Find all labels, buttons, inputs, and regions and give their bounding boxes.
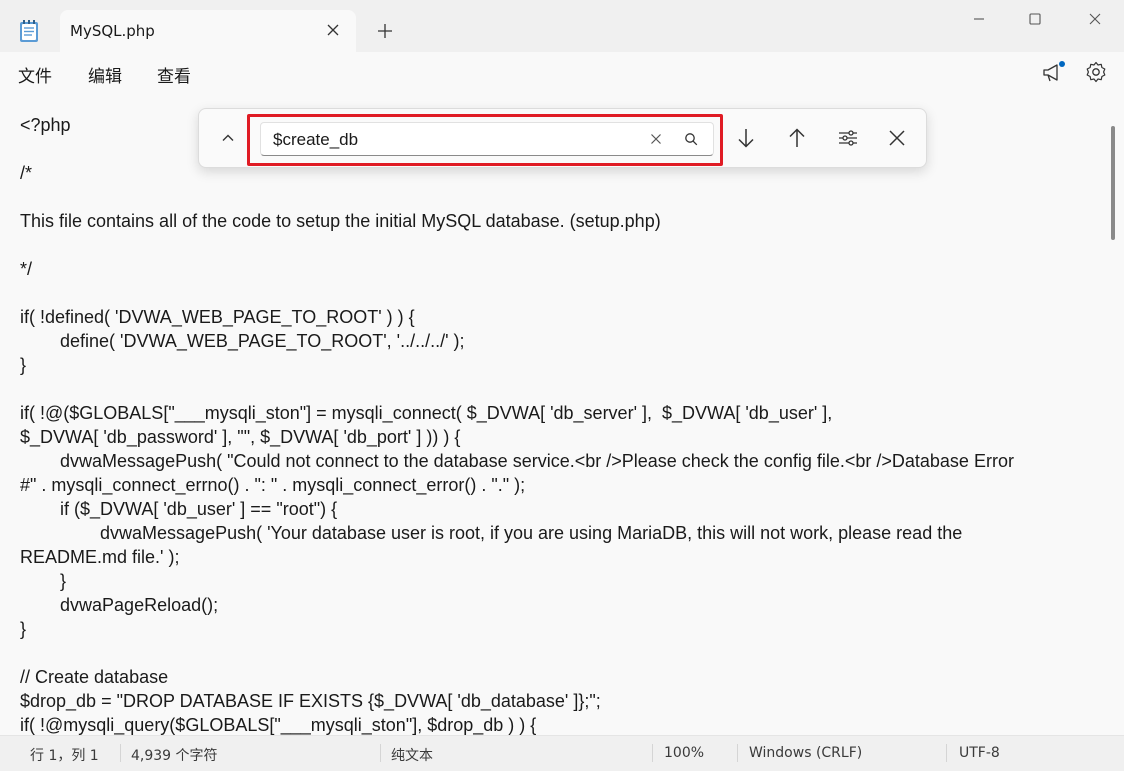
title-bar: MySQL.php <box>0 0 1124 52</box>
menu-view[interactable]: 查看 <box>157 62 191 87</box>
status-divider <box>737 744 738 762</box>
notepad-icon <box>18 19 40 43</box>
gear-icon[interactable] <box>1084 60 1108 84</box>
status-divider <box>380 744 381 762</box>
search-box[interactable] <box>260 122 714 156</box>
minimize-icon[interactable] <box>956 6 1002 32</box>
status-divider <box>946 744 947 762</box>
text-editor[interactable]: <?php /* This file contains all of the c… <box>0 92 1124 735</box>
maximize-icon[interactable] <box>1012 6 1058 32</box>
find-bar <box>198 108 927 168</box>
tab-close-icon[interactable] <box>324 21 342 39</box>
close-window-icon[interactable] <box>1072 6 1118 32</box>
encoding[interactable]: UTF-8 <box>959 745 1000 761</box>
find-previous-arrow-up-icon[interactable] <box>783 124 811 152</box>
vertical-scrollbar-thumb[interactable] <box>1111 126 1115 240</box>
menu-file[interactable]: 文件 <box>18 62 52 87</box>
new-tab-plus-icon[interactable] <box>374 20 396 42</box>
cursor-position: 行 1，列 1 <box>30 748 99 764</box>
editor-text[interactable]: <?php /* This file contains all of the c… <box>20 113 1110 735</box>
close-find-icon[interactable] <box>883 124 911 152</box>
find-options-sliders-icon[interactable] <box>834 124 862 152</box>
tab-mysql-php[interactable]: MySQL.php <box>60 10 356 52</box>
megaphone-icon[interactable] <box>1040 60 1066 86</box>
chevron-up-icon[interactable] <box>215 125 241 151</box>
status-bar: 行 1，列 1 4,939 个字符 纯文本 100% Windows (CRLF… <box>0 735 1124 771</box>
status-divider <box>652 744 653 762</box>
find-input[interactable] <box>273 129 633 151</box>
search-icon[interactable] <box>682 130 700 148</box>
clear-search-icon[interactable] <box>647 130 665 148</box>
zoom-level[interactable]: 100% <box>664 745 704 761</box>
status-divider <box>120 744 121 762</box>
character-count: 4,939 个字符 <box>131 748 218 764</box>
menu-edit[interactable]: 编辑 <box>88 62 122 87</box>
menu-bar: 文件 编辑 查看 <box>0 52 1124 92</box>
tab-title: MySQL.php <box>70 22 155 40</box>
text-format[interactable]: 纯文本 <box>391 745 433 765</box>
line-ending[interactable]: Windows (CRLF) <box>749 745 862 761</box>
find-next-arrow-down-icon[interactable] <box>732 124 760 152</box>
